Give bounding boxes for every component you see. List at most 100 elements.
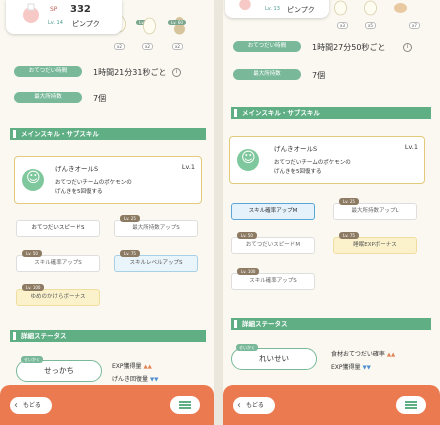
nature-pill[interactable]: せいかく れいせい	[231, 344, 317, 370]
arrow-down-icon: ▼▼	[362, 365, 371, 371]
nature-value: れいせい	[259, 354, 289, 363]
back-button[interactable]: もどる	[10, 397, 52, 414]
ingredient-count: x2	[114, 43, 125, 50]
help-time-value: 1時間27分50秒ごと	[312, 43, 386, 52]
menu-button[interactable]	[170, 396, 200, 414]
subskill-unlock-level: Lv. 100	[22, 284, 45, 291]
subskill-1[interactable]: おてつだいスピードS	[16, 220, 100, 237]
pokemon-header-card[interactable]: Lv. 13 ピンプク	[225, 0, 329, 18]
footer-bar: もどる	[0, 385, 214, 425]
main-sub-skill-section-header: メインスキル・サブスキル	[231, 107, 431, 119]
menu-icon	[405, 401, 417, 409]
detail-status-section-header: 詳細ステータス	[231, 318, 431, 330]
subskill-label: 睡眠EXPボーナス	[353, 242, 397, 248]
nature-stat-label: 食材おてつだい確率	[331, 351, 385, 358]
max-carry-value: 7個	[312, 71, 326, 80]
subskill-unlock-level: Lv. 75	[120, 250, 140, 257]
ingredient-level-badge: Lv. 60	[168, 20, 186, 25]
ingredient-count: x5	[365, 22, 376, 29]
max-carry-label: 最大所持数	[233, 69, 301, 80]
ingredient-count: x7	[409, 22, 420, 29]
max-carry-value: 7個	[93, 94, 107, 103]
nature-badge: せいかく	[21, 356, 43, 363]
pokemon-detail-left: Lv. 30 x2 x2 Lv. 60 x2 SP 332 Lv. 14 ピンプ…	[0, 0, 214, 425]
main-skill-card[interactable]: げんきオールS Lv.1 おてつだいチームのポケモンの げんきを5回復する	[14, 156, 202, 204]
arrow-up-icon: ▲▲	[143, 364, 152, 370]
main-skill-desc-line: おてつだいチームのポケモンの	[55, 180, 132, 186]
info-icon[interactable]: i	[403, 43, 412, 52]
nature-stat-label: EXP獲得量	[112, 363, 142, 370]
subskill-3[interactable]: Lv. 50 おてつだいスピードM	[231, 232, 315, 254]
help-time-label: おてつだい時間	[233, 41, 301, 52]
arrow-down-icon: ▼▼	[149, 377, 159, 383]
main-skill-name: げんきオールS	[274, 145, 318, 153]
subskill-unlock-level: Lv. 25	[339, 198, 359, 205]
main-skill-card[interactable]: げんきオールS Lv.1 おてつだいチームのポケモンの げんきを5回復する	[229, 136, 425, 184]
panel-divider	[214, 0, 223, 425]
main-skill-level: Lv.1	[181, 163, 195, 171]
pokemon-level: Lv. 14	[48, 20, 63, 26]
mushroom-icon	[394, 3, 407, 13]
subskill-unlock-level: Lv. 25	[120, 215, 140, 222]
pokemon-header-card[interactable]: SP 332 Lv. 14 ピンプク	[6, 0, 122, 34]
nature-stat-row: 食材おてつだい確率 ▲▲	[331, 349, 395, 358]
subskill-label: ゆめのかけらボーナス	[30, 294, 86, 300]
subskill-unlock-level: Lv. 50	[237, 232, 257, 239]
subskill-label: スキルレベルアップS	[129, 260, 183, 266]
help-time-value: 1時間21分31秒ごと	[93, 68, 167, 77]
sp-label: SP	[50, 6, 58, 13]
energy-skill-icon	[22, 169, 44, 191]
energy-skill-icon	[237, 149, 259, 171]
subskill-label: 最大所持数アップS	[132, 225, 180, 231]
main-skill-name: げんきオールS	[55, 165, 99, 173]
back-button[interactable]: もどる	[233, 397, 275, 414]
max-carry-label: 最大所持数	[14, 92, 82, 103]
subskill-label: 最大所持数アップL	[351, 208, 399, 214]
subskill-2[interactable]: Lv. 25 最大所持数アップL	[333, 198, 417, 220]
subskill-4[interactable]: Lv. 75 スキルレベルアップS	[114, 250, 198, 272]
ingredient-count: x2	[172, 43, 183, 50]
nature-stat-label: げんき回復量	[112, 376, 149, 383]
subskill-5[interactable]: Lv. 100 ゆめのかけらボーナス	[16, 284, 100, 306]
footer-bar: もどる	[223, 385, 440, 425]
subskill-label: おてつだいスピードM	[245, 242, 301, 248]
help-time-label: おてつだい時間	[14, 66, 82, 77]
main-skill-desc-line: げんきを5回復する	[274, 169, 322, 175]
sp-value: 332	[70, 4, 91, 15]
nature-pill[interactable]: せいかく せっかち	[16, 356, 102, 382]
pokemon-level: Lv. 13	[265, 6, 280, 12]
subskill-2[interactable]: Lv. 25 最大所持数アップS	[114, 215, 198, 237]
subskill-unlock-level: Lv. 75	[339, 232, 359, 239]
subskill-3[interactable]: Lv. 50 スキル確率アップS	[16, 250, 100, 272]
subskill-label: スキル確率アップM	[248, 208, 298, 214]
nature-value: せっかち	[44, 366, 74, 375]
pokemon-name: ピンプク	[287, 6, 315, 14]
subskill-unlock-level: Lv. 50	[22, 250, 42, 257]
nature-stat-row: げんき回復量 ▼▼	[112, 374, 158, 383]
info-icon[interactable]: i	[172, 68, 181, 77]
pokemon-thumbnail-icon	[239, 0, 251, 11]
subskill-label: スキル確率アップS	[249, 278, 297, 284]
egg-icon	[143, 17, 156, 35]
subskill-label: スキル確率アップS	[34, 260, 82, 266]
main-skill-description: おてつだいチームのポケモンの げんきを5回復する	[274, 159, 384, 177]
egg-icon	[334, 0, 347, 16]
subskill-1[interactable]: スキル確率アップM	[231, 203, 315, 220]
nature-stat-row: EXP獲得量 ▲▲	[112, 361, 152, 370]
menu-button[interactable]	[396, 396, 426, 414]
subskill-label: おてつだいスピードS	[31, 225, 85, 231]
nature-badge: せいかく	[236, 344, 258, 351]
pokemon-detail-right: x3 x5 x7 Lv. 13 ピンプク おてつだい時間 1時間27分50秒ごと…	[223, 0, 440, 425]
main-skill-desc-line: げんきを5回復する	[55, 189, 103, 195]
main-sub-skill-section-header: メインスキル・サブスキル	[10, 128, 206, 140]
subskill-4[interactable]: Lv. 75 睡眠EXPボーナス	[333, 232, 417, 254]
detail-status-section-header: 詳細ステータス	[10, 330, 206, 342]
main-skill-level: Lv.1	[404, 143, 418, 151]
egg-icon	[364, 0, 377, 16]
gourd-icon	[174, 17, 185, 35]
subskill-5[interactable]: Lv. 100 スキル確率アップS	[231, 268, 315, 290]
nature-stat-row: EXP獲得量 ▼▼	[331, 362, 371, 371]
subskill-unlock-level: Lv. 100	[237, 268, 260, 275]
main-skill-desc-line: おてつだいチームのポケモンの	[274, 160, 351, 166]
ingredient-count: x2	[142, 43, 153, 50]
